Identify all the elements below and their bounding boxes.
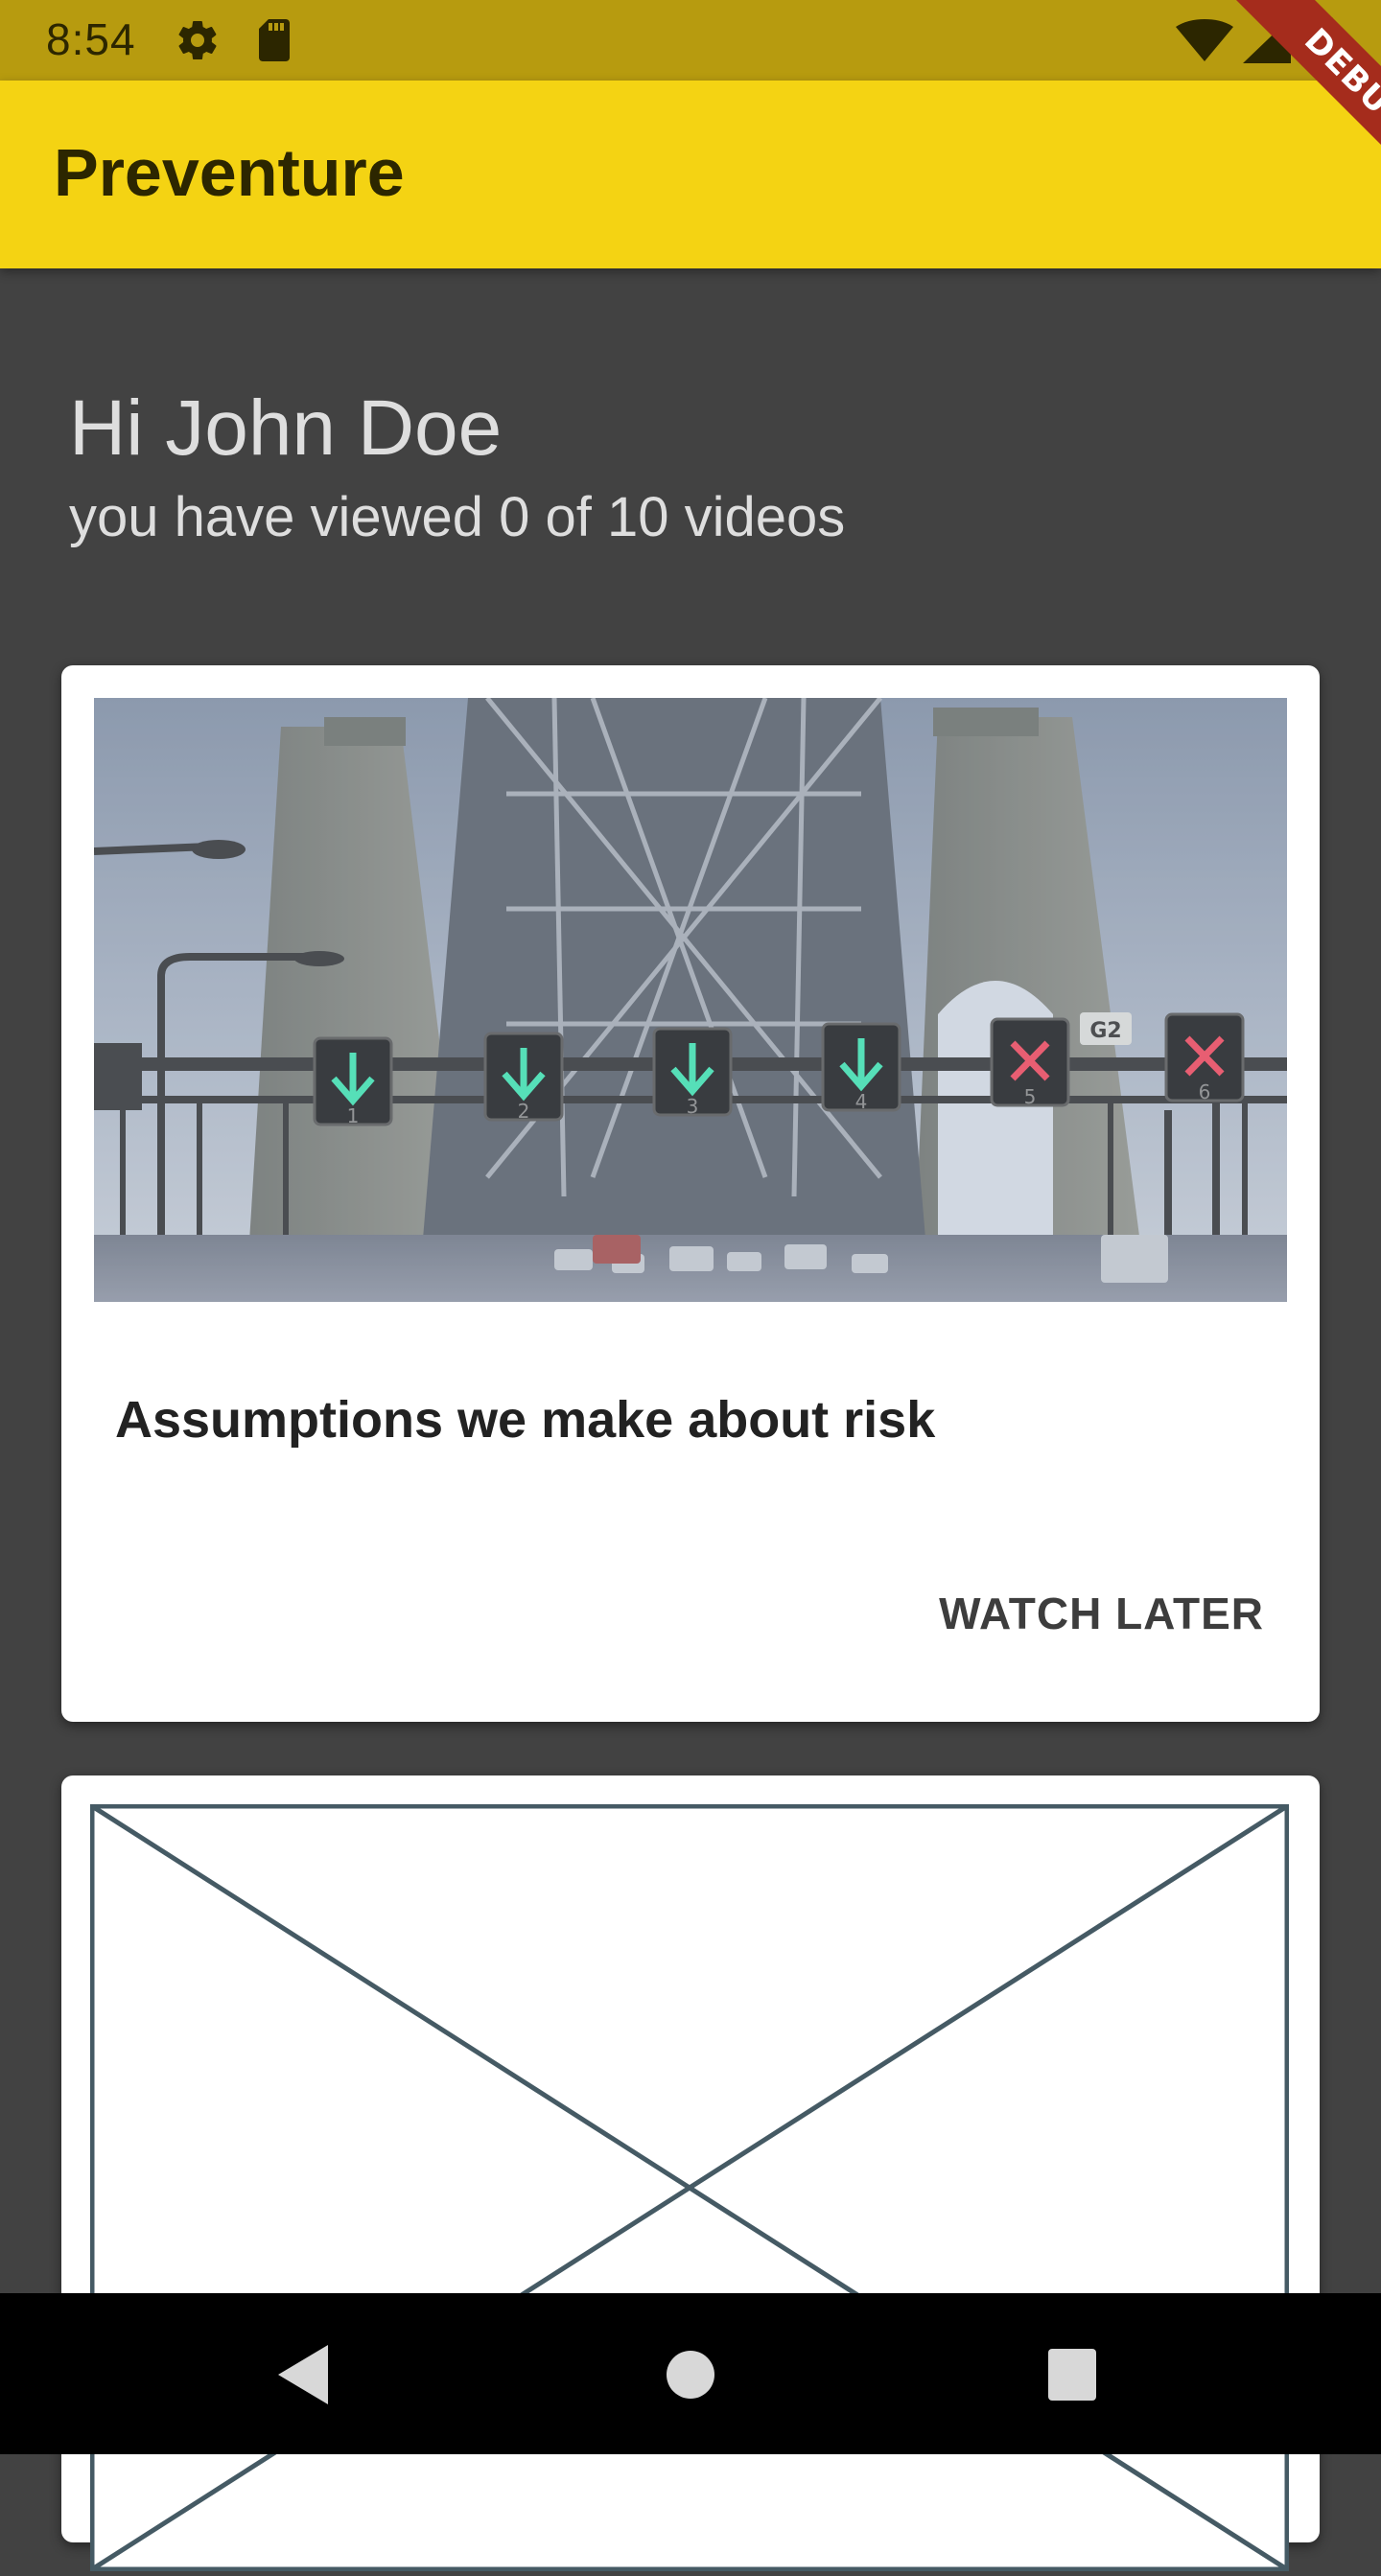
sd-card-icon [255,17,293,68]
video-card[interactable]: 1 2 3 4 5 6 G2 Assumptions we make about… [61,665,1320,1722]
video-progress-text: you have viewed 0 of 10 videos [69,486,846,548]
bridge-traffic-lanes-image: 1 2 3 4 5 6 G2 [94,698,1287,1302]
placeholder-icon [89,1803,1290,2572]
app-bar: Preventure [0,81,1381,268]
status-time: 8:54 [46,14,136,64]
video-thumbnail[interactable]: 1 2 3 4 5 6 G2 [94,698,1287,1302]
watch-later-button[interactable]: WATCH LATER [939,1588,1264,1639]
navigation-bar [0,2293,1381,2454]
video-title: Assumptions we make about risk [115,1391,936,1449]
back-icon[interactable] [274,2341,332,2413]
app-title: Preventure [54,135,405,210]
status-bar: 8:54 [0,0,1381,81]
home-icon[interactable] [664,2341,717,2413]
gear-icon [175,17,221,68]
wifi-icon [1176,19,1233,68]
recent-apps-icon[interactable] [1045,2341,1099,2413]
greeting-title: Hi John Doe [69,384,503,472]
image-placeholder [89,1803,1290,2572]
